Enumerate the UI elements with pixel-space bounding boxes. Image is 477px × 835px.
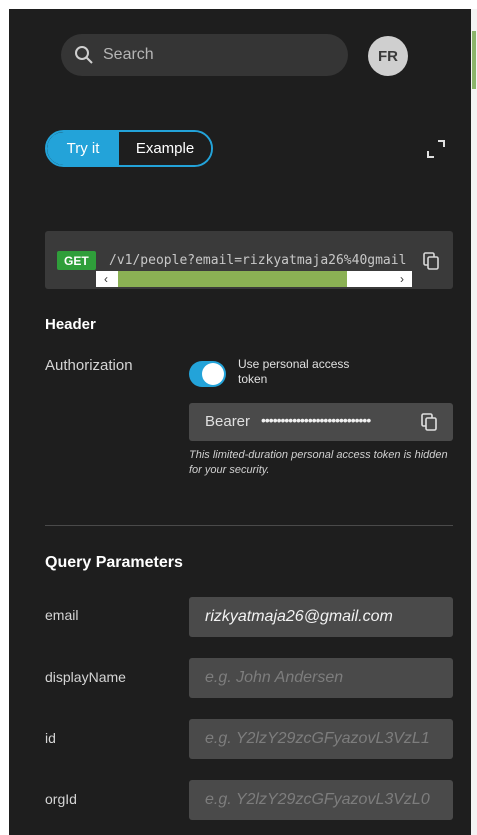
param-label-email: email	[45, 607, 79, 623]
id-input[interactable]	[189, 719, 453, 759]
search-placeholder: Search	[103, 46, 154, 63]
section-divider	[45, 525, 453, 526]
authorization-label: Authorization	[45, 357, 133, 374]
request-url-box: GET /v1/people?email=rizkyatmaja26%40gma…	[45, 231, 453, 289]
displayname-input[interactable]	[189, 658, 453, 698]
tab-example[interactable]: Example	[119, 132, 211, 165]
mode-toggle: Try it Example	[45, 130, 213, 167]
header-section-title: Header	[45, 316, 96, 333]
expand-icon[interactable]	[425, 138, 447, 160]
scroll-left-icon[interactable]: ‹	[98, 271, 114, 287]
bearer-label: Bearer	[205, 413, 251, 430]
email-input[interactable]	[189, 597, 453, 637]
bearer-token-field[interactable]: Bearer ••••••••••••••••••••••••••••	[189, 403, 453, 441]
query-params-title: Query Parameters	[45, 554, 183, 571]
param-label-orgid: orgId	[45, 791, 77, 807]
orgid-input[interactable]	[189, 780, 453, 820]
search-bar[interactable]: Search	[61, 34, 348, 76]
toggle-label: Use personal access token	[238, 357, 350, 386]
token-mask: ••••••••••••••••••••••••••••	[261, 412, 371, 428]
search-icon	[75, 46, 93, 64]
scrollbar-thumb[interactable]	[118, 271, 347, 287]
scroll-right-icon[interactable]: ›	[394, 271, 410, 287]
api-try-it-panel: Search FR Try it Example GET /v1/people?…	[9, 9, 471, 835]
request-url: /v1/people?email=rizkyatmaja26%40gmail.c…	[109, 253, 409, 268]
toggle-knob	[202, 363, 224, 385]
param-label-displayname: displayName	[45, 669, 126, 685]
page-scrollbar-thumb[interactable]	[472, 31, 476, 89]
copy-token-icon[interactable]	[421, 413, 437, 431]
token-security-note: This limited-duration personal access to…	[189, 449, 448, 476]
user-avatar[interactable]: FR	[368, 36, 408, 76]
page-scrollbar[interactable]	[471, 9, 477, 835]
personal-token-toggle[interactable]	[189, 361, 226, 387]
http-method-badge: GET	[57, 251, 96, 270]
tab-try-it[interactable]: Try it	[47, 132, 119, 165]
copy-url-icon[interactable]	[423, 252, 439, 270]
param-label-id: id	[45, 730, 56, 746]
url-horizontal-scrollbar[interactable]: ‹ ›	[96, 271, 412, 287]
